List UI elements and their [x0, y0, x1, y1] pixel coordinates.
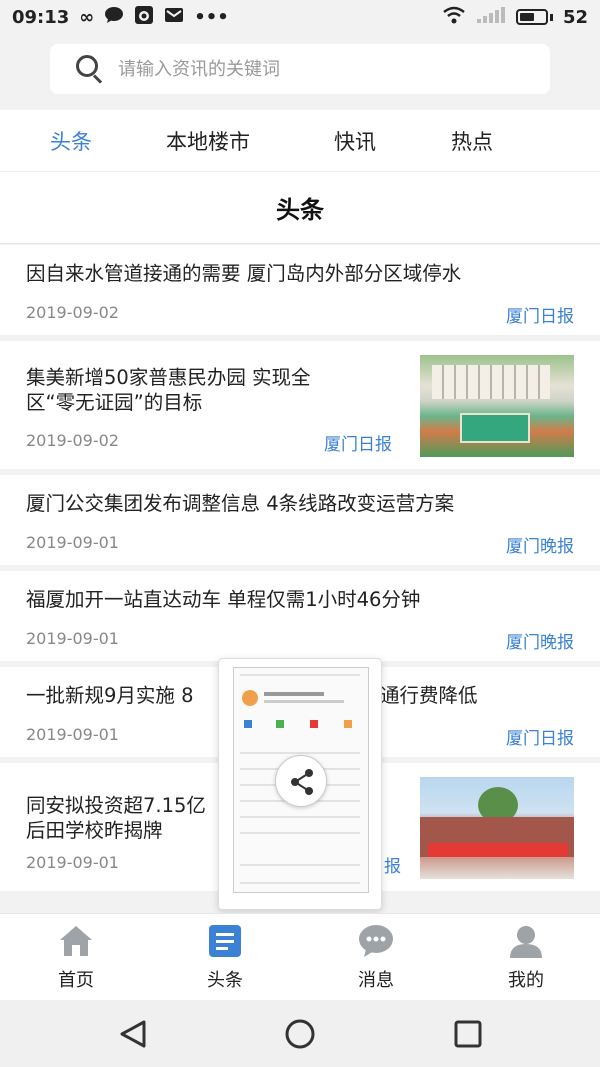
nav-toutiao-label: 头条: [207, 970, 243, 991]
search-area: [0, 34, 600, 110]
news-date: 2019-09-02: [26, 431, 119, 450]
nav-toutiao[interactable]: 头条: [175, 920, 275, 998]
news-title-line1: 同安拟投资超7.15亿: [26, 794, 206, 817]
recent-apps-icon[interactable]: [448, 1018, 488, 1050]
share-preview-popup[interactable]: [218, 658, 382, 910]
battery-tip: [549, 13, 553, 21]
user-icon: [510, 926, 542, 958]
infinity-icon: ∞: [79, 6, 95, 28]
page-title-bar: 头条: [0, 172, 600, 244]
news-date: 2019-09-01: [26, 629, 119, 648]
status-time: 09:13: [12, 6, 70, 28]
news-item[interactable]: 福厦加开一站直达动车 单程仅需1小时46分钟 2019-09-01 厦门晚报: [0, 571, 600, 667]
news-title-line2: 区“零无证园”的目标: [26, 391, 203, 414]
news-thumbnail[interactable]: [420, 355, 574, 457]
news-title: 厦门公交集团发布调整信息 4条线路改变运营方案: [26, 492, 455, 515]
nav-home[interactable]: 首页: [26, 920, 126, 998]
home-icon: [60, 926, 92, 956]
home-circle-icon[interactable]: [280, 1018, 320, 1050]
news-date: 2019-09-01: [26, 853, 119, 872]
page-title: 头条: [276, 196, 324, 224]
news-title-line2: 后田学校昨揭牌: [26, 819, 163, 842]
system-nav-bar: [0, 1000, 600, 1067]
message-icon: [359, 925, 393, 957]
wifi-icon: [442, 6, 466, 29]
news-item[interactable]: 集美新增50家普惠民办园 实现全 区“零无证园”的目标 2019-09-02 厦…: [0, 341, 600, 475]
tab-hot[interactable]: 热点: [451, 126, 493, 156]
uc-browser-icon: [134, 5, 154, 30]
news-item[interactable]: 厦门公交集团发布调整信息 4条线路改变运营方案 2019-09-01 厦门晚报: [0, 475, 600, 571]
chat-bubble-icon: [104, 6, 124, 29]
news-source[interactable]: 厦门日报: [506, 302, 574, 327]
signal-icon: [476, 6, 506, 29]
back-icon[interactable]: [114, 1018, 154, 1050]
tab-flash-news[interactable]: 快讯: [334, 126, 376, 156]
news-title: 因自来水管道接通的需要 厦门岛内外部分区域停水: [26, 262, 462, 285]
news-date: 2019-09-01: [26, 725, 119, 744]
status-bar: 09:13 ∞ ••• 52: [0, 0, 600, 34]
tab-local-property[interactable]: 本地楼市: [166, 126, 250, 156]
news-title: 福厦加开一站直达动车 单程仅需1小时46分钟: [26, 588, 421, 611]
search-icon[interactable]: [76, 55, 104, 84]
nav-messages[interactable]: 消息: [326, 920, 426, 998]
news-date: 2019-09-02: [26, 303, 119, 322]
nav-me-label: 我的: [508, 970, 544, 991]
news-source[interactable]: 厦门日报: [324, 430, 392, 455]
battery-icon: [515, 9, 548, 25]
nav-me[interactable]: 我的: [476, 920, 576, 998]
news-source[interactable]: 厦门日报: [506, 724, 574, 749]
news-title-right: 通行费降低: [380, 684, 478, 707]
bottom-nav: 首页 头条 消息 我的: [0, 913, 600, 1000]
news-title-line1: 集美新增50家普惠民办园 实现全: [26, 366, 311, 389]
category-tabs: 头条 本地楼市 快讯 热点: [0, 110, 600, 172]
more-dots-icon: •••: [194, 6, 229, 28]
search-input[interactable]: [118, 58, 498, 80]
news-thumbnail[interactable]: [420, 777, 574, 879]
nav-home-label: 首页: [58, 970, 94, 991]
news-source[interactable]: 厦门晚报: [506, 532, 574, 557]
nav-messages-label: 消息: [358, 970, 394, 991]
document-icon: [209, 925, 241, 957]
news-item[interactable]: 因自来水管道接通的需要 厦门岛内外部分区域停水 2019-09-02 厦门日报: [0, 245, 600, 341]
news-source[interactable]: 厦门晚报: [506, 628, 574, 653]
share-icon[interactable]: [275, 755, 327, 807]
news-title-left: 一批新规9月实施 8: [26, 684, 194, 707]
mail-icon: [164, 6, 184, 29]
search-box[interactable]: [50, 44, 550, 94]
news-date: 2019-09-01: [26, 533, 119, 552]
tab-toutiao[interactable]: 头条: [50, 126, 92, 156]
battery-level: 52: [562, 6, 588, 28]
news-source[interactable]: 报: [384, 852, 401, 877]
